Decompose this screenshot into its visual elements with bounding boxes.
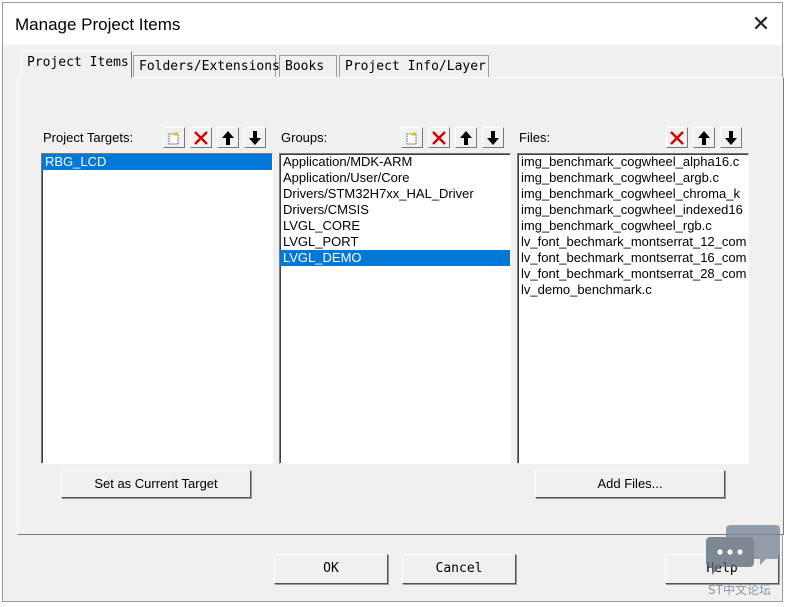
list-item[interactable]: RBG_LCD: [42, 154, 272, 170]
tab-project-items[interactable]: Project Items: [21, 51, 132, 78]
list-item[interactable]: lv_font_bechmark_montserrat_28_com: [518, 266, 748, 282]
list-item[interactable]: lv_font_bechmark_montserrat_16_com: [518, 250, 748, 266]
dialog-title: Manage Project Items: [15, 15, 181, 34]
list-item[interactable]: lv_font_bechmark_montserrat_12_com: [518, 234, 748, 250]
files-header-label: Files:: [519, 130, 551, 145]
list-item[interactable]: Drivers/STM32H7xx_HAL_Driver: [280, 186, 510, 202]
tab-folders-extensions[interactable]: Folders/Extensions: [133, 55, 280, 77]
move-down-icon: [487, 130, 499, 145]
list-item[interactable]: Drivers/CMSIS: [280, 202, 510, 218]
add-files-button[interactable]: Add Files...: [535, 470, 725, 498]
tab-books[interactable]: Books: [279, 55, 337, 77]
groups-list[interactable]: Application/MDK-ARM Application/User/Core…: [279, 153, 511, 464]
move-up-icon: [460, 130, 472, 145]
targets-header-label: Project Targets:: [43, 130, 134, 145]
cancel-button[interactable]: Cancel: [402, 554, 516, 584]
list-item[interactable]: LVGL_CORE: [280, 218, 510, 234]
move-down-icon: [725, 130, 737, 145]
new-icon: [406, 130, 417, 144]
targets-header: Project Targets:: [41, 126, 273, 148]
delete-icon: [432, 130, 446, 145]
title-bar: Manage Project Items ✕: [3, 3, 782, 45]
targets-move-down-button[interactable]: [244, 127, 266, 148]
list-item[interactable]: LVGL_DEMO: [280, 250, 510, 266]
new-icon: [168, 130, 179, 144]
list-item[interactable]: Application/MDK-ARM: [280, 154, 510, 170]
move-down-icon: [249, 130, 261, 145]
groups-move-down-button[interactable]: [482, 127, 504, 148]
set-current-target-button[interactable]: Set as Current Target: [61, 470, 251, 498]
move-up-icon: [222, 130, 234, 145]
ok-button[interactable]: OK: [274, 554, 388, 584]
watermark-text: ST中文论坛: [708, 583, 771, 597]
delete-icon: [194, 130, 208, 145]
chat-bubble-icon: [706, 525, 780, 575]
list-item[interactable]: img_benchmark_cogwheel_alpha16.c: [518, 154, 748, 170]
list-item[interactable]: LVGL_PORT: [280, 234, 510, 250]
groups-header-label: Groups:: [281, 130, 328, 145]
groups-delete-button[interactable]: [428, 127, 450, 148]
tab-project-info-layer[interactable]: Project Info/Layer: [339, 55, 489, 77]
groups-new-button[interactable]: [401, 127, 423, 148]
targets-list[interactable]: RBG_LCD: [41, 153, 273, 464]
groups-move-up-button[interactable]: [455, 127, 477, 148]
st-forum-watermark: ST中文论坛: [706, 523, 780, 597]
manage-project-items-dialog: Manage Project Items ✕ Project Items Fol…: [2, 2, 784, 602]
list-item[interactable]: img_benchmark_cogwheel_indexed16: [518, 202, 748, 218]
close-icon[interactable]: ✕: [746, 9, 776, 39]
move-up-icon: [698, 130, 710, 145]
list-item[interactable]: lv_demo_benchmark.c: [518, 282, 748, 298]
list-item[interactable]: Application/User/Core: [280, 170, 510, 186]
list-item[interactable]: img_benchmark_cogwheel_rgb.c: [518, 218, 748, 234]
files-delete-button[interactable]: [666, 127, 688, 148]
files-move-down-button[interactable]: [720, 127, 742, 148]
targets-new-button[interactable]: [163, 127, 185, 148]
list-item[interactable]: img_benchmark_cogwheel_argb.c: [518, 170, 748, 186]
targets-move-up-button[interactable]: [217, 127, 239, 148]
files-move-up-button[interactable]: [693, 127, 715, 148]
list-item[interactable]: img_benchmark_cogwheel_chroma_k: [518, 186, 748, 202]
delete-icon: [670, 130, 684, 145]
files-header: Files:: [517, 126, 749, 148]
targets-delete-button[interactable]: [190, 127, 212, 148]
groups-header: Groups:: [279, 126, 511, 148]
files-list[interactable]: img_benchmark_cogwheel_alpha16.c img_benc…: [517, 153, 749, 464]
